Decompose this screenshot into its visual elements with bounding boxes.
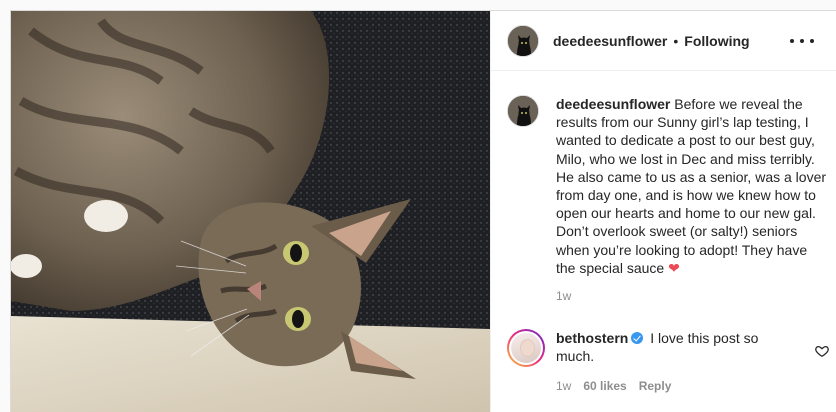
following-button[interactable]: Following (684, 33, 749, 49)
comment-item: bethostern I love this post so much. 1w … (507, 329, 829, 393)
caption-body: deedeesunflower Before we reveal the res… (556, 95, 827, 277)
post-header: deedeesunflower • Following (491, 11, 836, 71)
more-dot (800, 39, 804, 43)
post-photo[interactable] (11, 11, 490, 412)
black-cat-avatar-icon (508, 25, 538, 56)
post-card: deedeesunflower • Following deedeesunflo… (10, 10, 836, 412)
commenter-photo (511, 333, 541, 363)
black-cat-avatar-icon (508, 96, 538, 126)
verified-badge-icon (631, 332, 644, 344)
caption-timestamp[interactable]: 1w (556, 289, 827, 303)
comment-likes[interactable]: 60 likes (583, 379, 626, 393)
header-separator: • (673, 32, 679, 49)
post-caption: deedeesunflower Before we reveal the res… (507, 95, 827, 303)
caption-text: Before we reveal the results from our Su… (556, 96, 827, 276)
red-heart-emoji-icon: ❤ (668, 259, 680, 276)
comment-meta: 1w 60 likes Reply (556, 379, 827, 393)
post-sidebar: deedeesunflower • Following deedeesunflo… (490, 11, 836, 412)
like-comment-heart-icon[interactable] (815, 344, 829, 358)
comment-timestamp[interactable]: 1w (556, 379, 571, 393)
more-dot (810, 39, 814, 43)
caption-username[interactable]: deedeesunflower (556, 96, 670, 112)
comment-body: bethostern I love this post so much. (556, 329, 776, 365)
commenter-avatar[interactable] (507, 329, 545, 367)
more-dot (790, 39, 794, 43)
reply-button[interactable]: Reply (639, 379, 672, 393)
comment-username[interactable]: bethostern (556, 330, 628, 346)
header-username[interactable]: deedeesunflower (553, 33, 667, 49)
author-avatar[interactable] (507, 24, 539, 57)
caption-avatar[interactable] (507, 95, 539, 127)
more-options-icon[interactable] (790, 31, 814, 51)
avatar-ring-inner (509, 331, 543, 365)
cat-photo-illustration (11, 11, 490, 412)
